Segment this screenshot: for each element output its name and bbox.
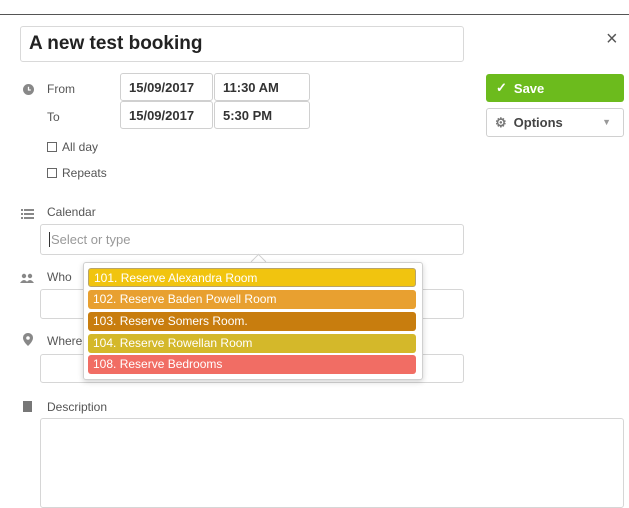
description-textarea[interactable] (40, 418, 624, 508)
calendar-option[interactable]: 104. Reserve Rowellan Room (88, 334, 416, 353)
clock-icon (23, 82, 34, 100)
options-button[interactable]: ⚙ Options ▼ (486, 108, 624, 137)
to-time-input[interactable]: 5:30 PM (214, 101, 310, 129)
who-label: Who (47, 270, 72, 284)
top-divider (0, 14, 629, 15)
from-date-input[interactable]: 15/09/2017 (120, 73, 213, 101)
from-label: From (47, 82, 75, 96)
repeats-label: Repeats (62, 166, 107, 180)
chevron-down-icon: ▼ (602, 117, 611, 127)
repeats-box[interactable] (47, 168, 57, 178)
calendar-option[interactable]: 103. Reserve Somers Room. (88, 312, 416, 331)
checkmark-icon: ✓ (496, 80, 507, 95)
calendar-label: Calendar (47, 205, 96, 219)
close-icon[interactable]: × (606, 29, 618, 49)
repeats-checkbox[interactable]: Repeats (47, 166, 107, 180)
calendar-option[interactable]: 108. Reserve Bedrooms (88, 355, 416, 374)
people-icon (20, 271, 35, 289)
calendar-input[interactable]: Select or type (40, 224, 464, 255)
document-icon (23, 399, 32, 417)
save-button[interactable]: ✓ Save (486, 74, 624, 102)
text-cursor (49, 232, 50, 247)
to-date-input[interactable]: 15/09/2017 (120, 101, 213, 129)
to-label: To (47, 110, 60, 124)
where-label: Where (47, 334, 83, 348)
description-label: Description (47, 400, 108, 414)
list-icon (21, 206, 34, 224)
event-title-input[interactable]: A new test booking (20, 26, 464, 62)
options-label: Options (513, 115, 563, 130)
calendar-option[interactable]: 102. Reserve Baden Powell Room (88, 290, 416, 309)
calendar-dropdown: 101. Reserve Alexandra Room 102. Reserve… (83, 262, 423, 380)
map-pin-icon (23, 333, 33, 351)
save-label: Save (513, 80, 545, 96)
all-day-checkbox[interactable]: All day (47, 140, 98, 154)
calendar-option[interactable]: 101. Reserve Alexandra Room (88, 268, 416, 287)
all-day-label: All day (62, 140, 99, 154)
from-time-input[interactable]: 11:30 AM (214, 73, 310, 101)
gear-icon: ⚙ (495, 114, 507, 130)
calendar-placeholder: Select or type (51, 232, 131, 247)
all-day-box[interactable] (47, 142, 57, 152)
